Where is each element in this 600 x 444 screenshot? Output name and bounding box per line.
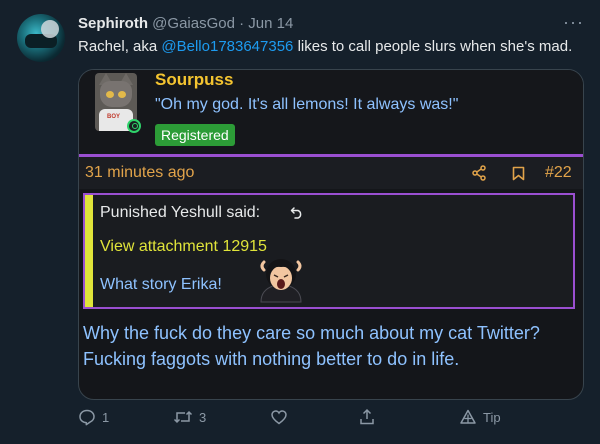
share-tweet-icon xyxy=(360,408,374,425)
forum-user-header: BOY Sourpuss "Oh my god. It's all lemons… xyxy=(79,70,583,154)
tip-label: Tip xyxy=(483,409,501,425)
cat-shirt-text: BOY xyxy=(107,114,121,120)
reply-count: 1 xyxy=(102,409,110,425)
avatar-shape xyxy=(41,20,59,38)
quote-accent-bar xyxy=(85,195,93,307)
author-name[interactable]: Sephiroth xyxy=(78,15,148,32)
reply-button[interactable]: 1 xyxy=(78,408,109,426)
cat-eye xyxy=(118,91,126,98)
share-tweet-button[interactable] xyxy=(358,408,382,426)
screaming-face-icon xyxy=(260,259,302,303)
retweet-icon xyxy=(173,410,193,424)
tweet-actions: 1 3 Tip xyxy=(78,408,582,432)
tweet-text-start: Rachel, aka xyxy=(78,38,162,55)
post-number: #22 xyxy=(545,164,572,181)
more-options-icon[interactable]: ··· xyxy=(563,12,584,33)
forum-user-quote: "Oh my god. It's all lemons! It always w… xyxy=(155,96,459,113)
bookmark-icon xyxy=(512,166,525,181)
author-handle[interactable]: @GaiasGod xyxy=(152,15,235,32)
reply-arrow-icon xyxy=(290,207,302,219)
quoted-post: Punished Yeshull said: View attachment 1… xyxy=(83,193,575,309)
comment-icon xyxy=(79,409,95,426)
tweet-date[interactable]: Jun 14 xyxy=(248,15,293,32)
tweet[interactable]: Sephiroth @GaiasGod · Jun 14 ··· Rachel,… xyxy=(0,0,600,444)
quote-author: Punished Yeshull said: xyxy=(100,204,261,221)
mention-link[interactable]: @Bello1783647356 xyxy=(161,38,293,55)
tip-button[interactable]: Tip xyxy=(459,408,501,426)
heart-icon xyxy=(271,410,287,425)
tweet-header: Sephiroth @GaiasGod · Jun 14 xyxy=(78,15,293,32)
separator-dot: · xyxy=(239,15,245,32)
attached-image[interactable]: BOY Sourpuss "Oh my god. It's all lemons… xyxy=(78,69,584,400)
like-button[interactable] xyxy=(270,408,294,426)
retweet-count: 3 xyxy=(199,409,207,425)
cat-face xyxy=(100,81,132,107)
post-timestamp: 31 minutes ago xyxy=(85,164,195,181)
tip-icon xyxy=(460,409,476,424)
online-status-icon xyxy=(127,119,141,133)
attachment-link: View attachment 12915 xyxy=(100,238,267,255)
post-body: Why the fuck do they care so much about … xyxy=(83,323,540,369)
quote-text: What story Erika! xyxy=(100,276,222,293)
tweet-text: Rachel, aka @Bello1783647356 likes to ca… xyxy=(78,38,572,55)
share-icon xyxy=(472,165,486,181)
cat-eye xyxy=(106,91,114,98)
forum-username: Sourpuss xyxy=(155,70,234,89)
retweet-button[interactable]: 3 xyxy=(173,408,206,426)
registered-badge: Registered xyxy=(155,124,235,146)
post-meta-bar: 31 minutes ago #22 xyxy=(79,157,583,189)
author-avatar[interactable] xyxy=(17,14,65,62)
tweet-text-end: likes to call people slurs when she's ma… xyxy=(293,38,573,55)
